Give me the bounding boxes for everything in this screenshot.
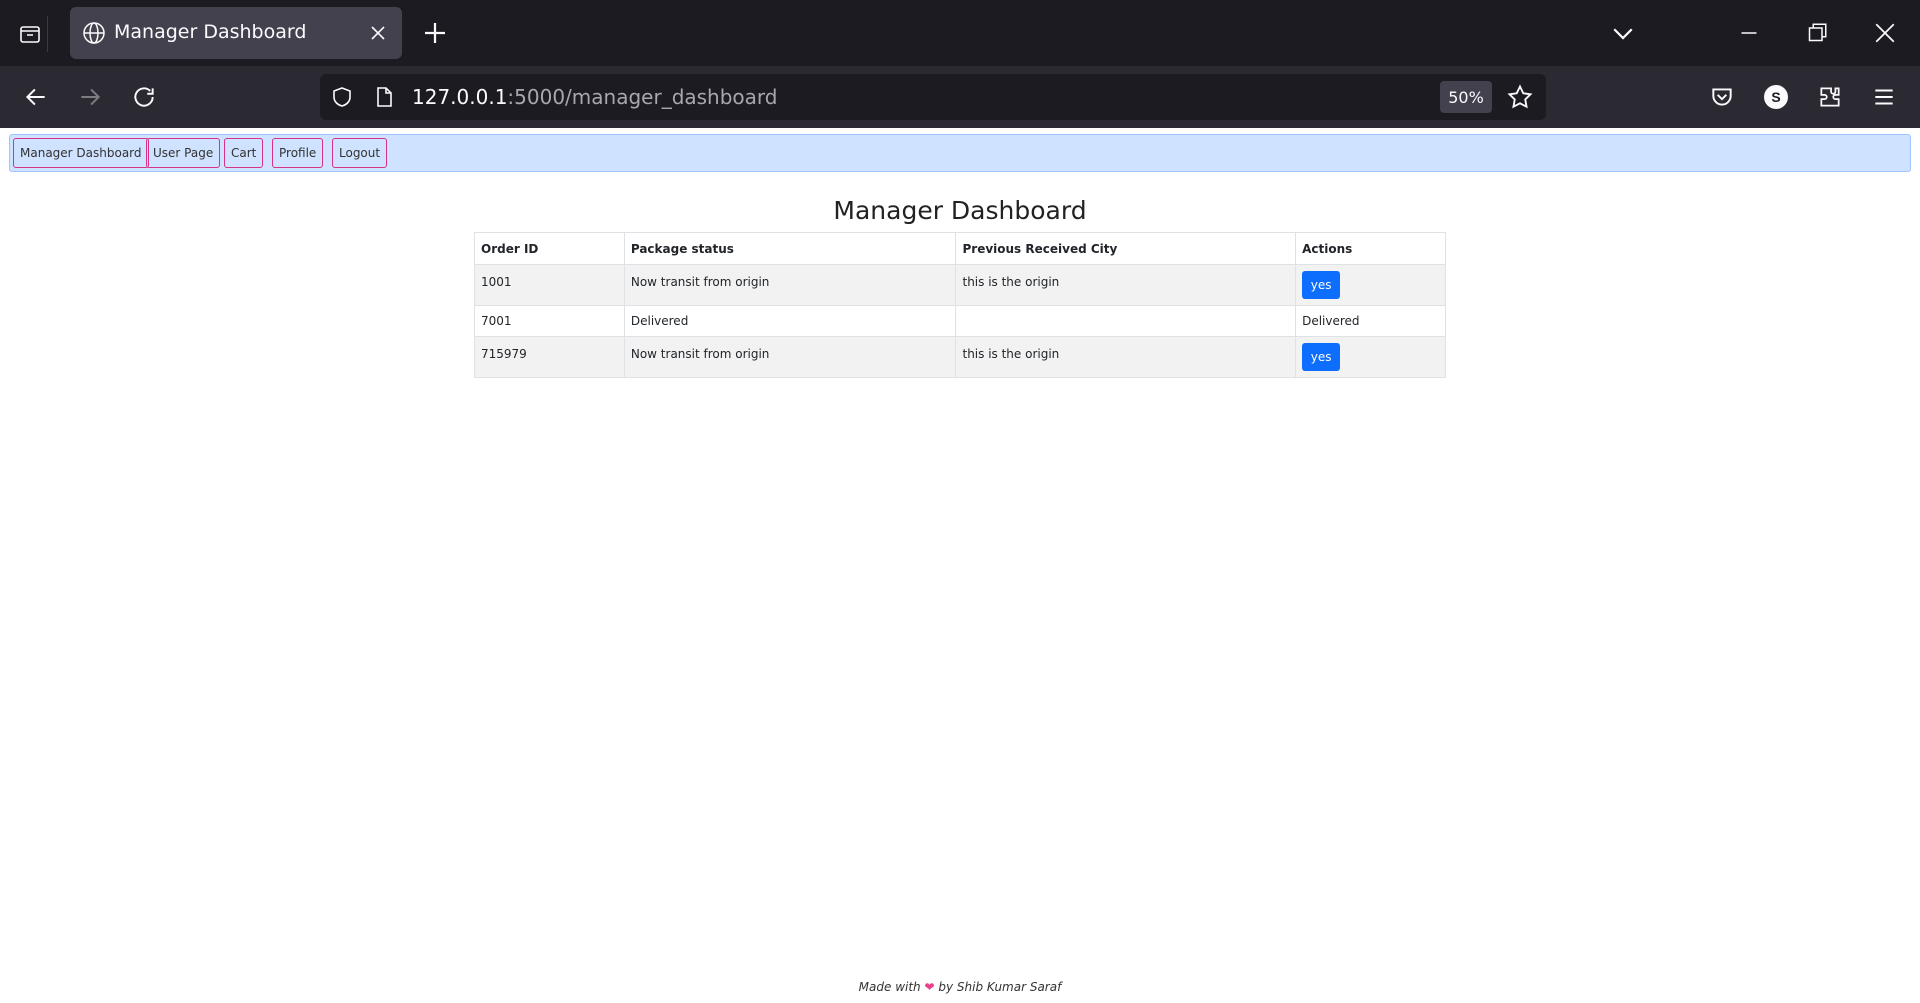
- url-text[interactable]: 127.0.0.1:5000/manager_dashboard: [412, 85, 778, 109]
- column-header-previous-city: Previous Received City: [955, 232, 1297, 265]
- close-window-icon[interactable]: [1870, 18, 1900, 48]
- status-cell: Now transit from origin: [623, 264, 957, 306]
- new-tab-icon[interactable]: [420, 18, 450, 48]
- extensions-icon[interactable]: [1814, 81, 1846, 113]
- pocket-icon[interactable]: [1706, 81, 1738, 113]
- globe-icon: [83, 22, 105, 44]
- actions-cell: yes: [1295, 264, 1446, 306]
- page-title: Manager Dashboard: [833, 196, 1087, 225]
- footer-author: by Shib Kumar Saraf: [938, 980, 1062, 994]
- actions-cell: yes: [1295, 336, 1446, 378]
- reload-icon[interactable]: [128, 81, 160, 113]
- actions-cell: Delivered: [1295, 305, 1446, 337]
- url-path: :5000/manager_dashboard: [507, 85, 778, 109]
- bookmark-star-icon[interactable]: [1506, 83, 1534, 111]
- zoom-level[interactable]: 50%: [1440, 81, 1492, 113]
- order-id-cell: 7001: [474, 305, 625, 337]
- column-header-actions: Actions: [1295, 232, 1446, 265]
- minimize-icon[interactable]: [1734, 18, 1764, 48]
- restore-icon[interactable]: [1802, 18, 1832, 48]
- nav-cart[interactable]: Cart: [224, 138, 264, 168]
- url-bar[interactable]: 127.0.0.1:5000/manager_dashboard 50%: [320, 74, 1546, 120]
- url-host: 127.0.0.1: [412, 85, 508, 109]
- tab-title: Manager Dashboard: [114, 21, 307, 43]
- order-id-cell: 715979: [474, 336, 625, 378]
- nav-profile[interactable]: Profile: [272, 138, 324, 168]
- browser-toolbar: 127.0.0.1:5000/manager_dashboard 50% S: [0, 66, 1920, 128]
- nav-manager-dashboard[interactable]: Manager Dashboard: [13, 138, 149, 168]
- site-navbar: Manager Dashboard User Page Cart Profile…: [9, 134, 1911, 172]
- browser-tab[interactable]: Manager Dashboard: [70, 7, 402, 59]
- browser-tab-bar: Manager Dashboard: [0, 0, 1920, 66]
- list-all-tabs-icon[interactable]: [1608, 18, 1638, 48]
- page-icon[interactable]: [372, 85, 396, 109]
- back-icon[interactable]: [20, 81, 52, 113]
- order-id-cell: 1001: [474, 264, 625, 306]
- footer-prefix: Made with: [858, 980, 921, 994]
- yes-button[interactable]: yes: [1302, 271, 1341, 299]
- avatar-initial: S: [1764, 85, 1788, 109]
- table-row: 1001 Now transit from origin this is the…: [474, 264, 1446, 306]
- column-header-package-status: Package status: [623, 232, 957, 265]
- account-avatar[interactable]: S: [1760, 81, 1792, 113]
- city-cell: this is the origin: [955, 336, 1297, 378]
- menu-icon[interactable]: [1868, 81, 1900, 113]
- orders-table: Order ID Package status Previous Receive…: [474, 232, 1446, 378]
- shield-icon[interactable]: [330, 85, 354, 109]
- city-cell: [955, 305, 1297, 337]
- yes-button[interactable]: yes: [1302, 343, 1341, 371]
- table-row: 715979 Now transit from origin this is t…: [474, 336, 1446, 378]
- nav-logout[interactable]: Logout: [332, 138, 388, 168]
- table-header-row: Order ID Package status Previous Receive…: [474, 232, 1446, 265]
- column-header-order-id: Order ID: [474, 232, 625, 265]
- close-tab-icon[interactable]: [366, 21, 390, 45]
- heart-icon: ❤: [924, 980, 935, 994]
- status-cell: Delivered: [623, 305, 957, 337]
- footer: Made with ❤ by Shib Kumar Saraf: [0, 980, 1920, 994]
- nav-user-page[interactable]: User Page: [146, 138, 221, 168]
- tab-list-icon[interactable]: [12, 16, 48, 52]
- city-cell: this is the origin: [955, 264, 1297, 306]
- forward-icon[interactable]: [74, 81, 106, 113]
- status-cell: Now transit from origin: [623, 336, 957, 378]
- table-row: 7001 Delivered Delivered: [474, 305, 1446, 337]
